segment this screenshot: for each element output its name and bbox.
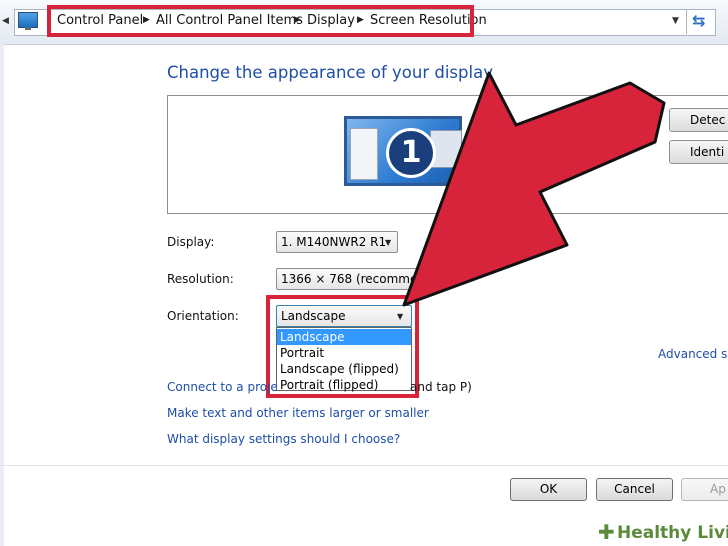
watermark-text: Healthy Living (617, 523, 728, 543)
red-arrow-shape (402, 71, 666, 307)
footer-divider (0, 465, 728, 466)
ok-button[interactable]: OK (510, 478, 587, 501)
apply-button[interactable]: Ap (681, 478, 728, 501)
watermark-cross-icon: ✚ (598, 520, 615, 544)
cancel-button[interactable]: Cancel (596, 478, 673, 501)
